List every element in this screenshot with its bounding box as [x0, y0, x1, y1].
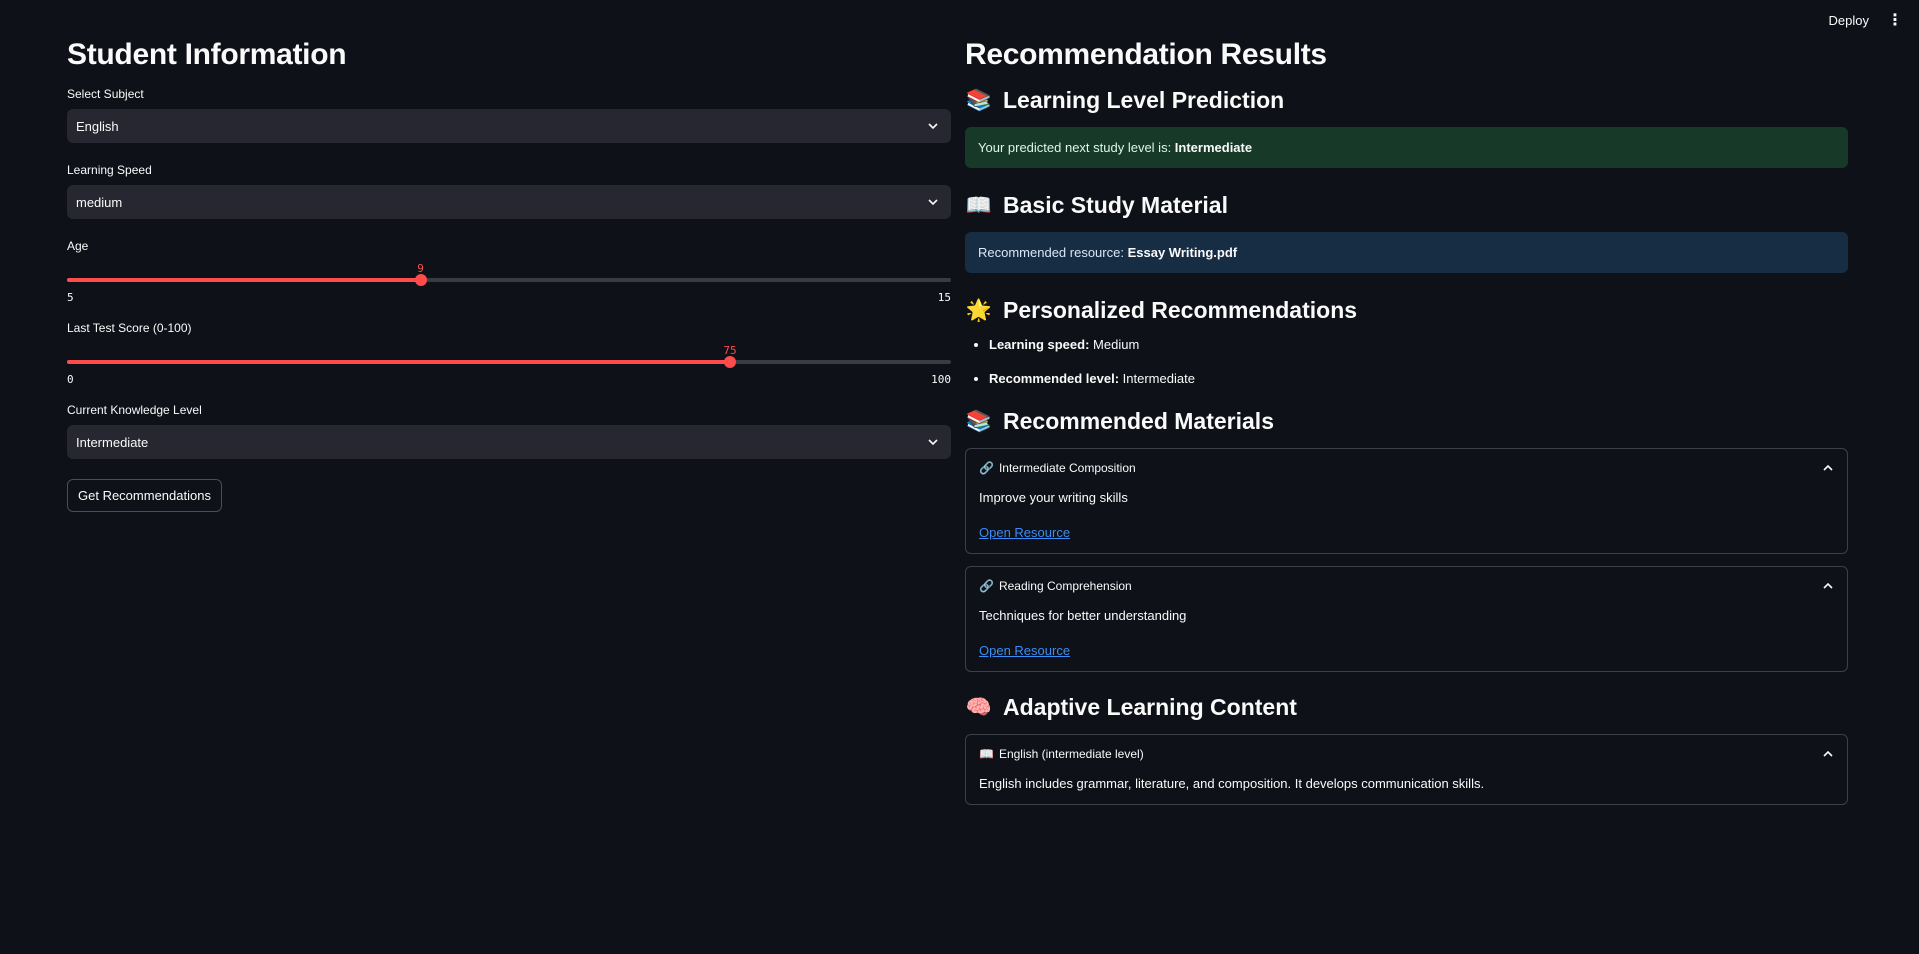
- material-expander: 🔗 Intermediate Composition Improve your …: [965, 448, 1848, 554]
- list-item-value: Medium: [1089, 337, 1140, 352]
- student-information-title: Student Information: [67, 38, 347, 71]
- test-score-slider-fill: [67, 360, 730, 364]
- top-toolbar: Deploy ⋮: [1829, 0, 1919, 40]
- adaptive-learning-heading: 🧠 Adaptive Learning Content: [965, 694, 1848, 721]
- list-item-label: Learning speed:: [989, 337, 1090, 352]
- list-item: Learning speed: Medium: [989, 337, 1848, 352]
- material-expander: 🔗 Reading Comprehension Techniques for b…: [965, 566, 1848, 672]
- subject-select-value: English: [76, 118, 119, 134]
- open-resource-link[interactable]: Open Resource: [979, 525, 1070, 540]
- learning-level-heading-text: Learning Level Prediction: [1003, 87, 1285, 113]
- test-score-label: Last Test Score (0-100): [67, 321, 192, 335]
- age-slider[interactable]: 9 5 15: [67, 261, 951, 304]
- student-information-panel: Student Information Select Subject Engli…: [67, 38, 951, 512]
- learning-speed-select[interactable]: medium: [67, 185, 951, 219]
- brain-icon: 🧠: [965, 695, 993, 719]
- test-score-slider-thumb[interactable]: [724, 356, 736, 368]
- personalized-recommendations-heading: 🌟 Personalized Recommendations: [965, 297, 1848, 324]
- chevron-up-icon: [1823, 750, 1833, 757]
- list-item-value: Intermediate: [1119, 371, 1195, 386]
- material-expander-body: Improve your writing skills Open Resourc…: [979, 490, 1834, 540]
- prediction-value: Intermediate: [1174, 140, 1253, 155]
- adaptive-content-body: English includes grammar, literature, an…: [979, 776, 1834, 791]
- deploy-button[interactable]: Deploy: [1829, 13, 1869, 28]
- age-slider-fill: [67, 278, 421, 282]
- star-icon: 🌟: [965, 298, 993, 322]
- open-resource-link[interactable]: Open Resource: [979, 643, 1070, 658]
- basic-material-text: Recommended resource:: [978, 245, 1128, 260]
- age-label: Age: [67, 239, 89, 253]
- basic-material-value: Essay Writing.pdf: [1127, 245, 1238, 260]
- chevron-down-icon: [928, 439, 938, 446]
- chevron-down-icon: [928, 123, 938, 130]
- chevron-down-icon: [928, 199, 938, 206]
- subject-select[interactable]: English: [67, 109, 951, 143]
- knowledge-level-select[interactable]: Intermediate: [67, 425, 951, 459]
- learning-speed-select-value: medium: [76, 194, 123, 210]
- list-item: Recommended level: Intermediate: [989, 371, 1848, 386]
- test-score-slider[interactable]: 75 0 100: [67, 343, 951, 386]
- adaptive-learning-heading-text: Adaptive Learning Content: [1003, 694, 1297, 720]
- age-slider-track[interactable]: 9: [67, 262, 951, 286]
- knowledge-level-select-value: Intermediate: [76, 434, 149, 450]
- material-description: Improve your writing skills: [979, 490, 1128, 505]
- test-score-slider-min: 0: [67, 373, 74, 386]
- personalized-recommendations-list: Learning speed: Medium Recommended level…: [965, 337, 1848, 386]
- recommendation-results-title: Recommendation Results: [965, 38, 1327, 71]
- test-score-slider-max: 100: [931, 373, 951, 386]
- material-description: Techniques for better understanding: [979, 608, 1187, 623]
- get-recommendations-button[interactable]: Get Recommendations: [67, 479, 222, 512]
- adaptive-content-expander: 📖 English (intermediate level) English i…: [965, 734, 1848, 805]
- chevron-up-icon: [1823, 464, 1833, 471]
- material-expander-header[interactable]: 🔗 Reading Comprehension: [979, 579, 1834, 593]
- main-menu-icon[interactable]: ⋮: [1887, 10, 1903, 30]
- test-score-slider-track[interactable]: 75: [67, 344, 951, 368]
- age-slider-max: 15: [937, 291, 951, 304]
- material-title: Reading Comprehension: [998, 579, 1132, 593]
- recommendation-results-panel: Recommendation Results 📚 Learning Level …: [965, 38, 1848, 817]
- list-item-label: Recommended level:: [989, 371, 1120, 386]
- material-expander-body: Techniques for better understanding Open…: [979, 608, 1834, 658]
- basic-material-info-alert: Recommended resource: Essay Writing.pdf: [965, 232, 1848, 273]
- material-title: Intermediate Composition: [998, 461, 1136, 475]
- knowledge-level-label: Current Knowledge Level: [67, 403, 202, 417]
- books-icon: 📚: [965, 88, 993, 112]
- basic-study-material-heading: 📖 Basic Study Material: [965, 192, 1848, 219]
- chevron-up-icon: [1823, 582, 1833, 589]
- link-icon: 🔗: [979, 579, 994, 593]
- age-slider-min: 5: [67, 291, 74, 304]
- learning-speed-label: Learning Speed: [67, 163, 152, 177]
- adaptive-content-description: English includes grammar, literature, an…: [979, 776, 1485, 791]
- open-book-icon: 📖: [979, 747, 994, 761]
- adaptive-content-title: English (intermediate level): [998, 747, 1144, 761]
- subject-label: Select Subject: [67, 87, 144, 101]
- learning-level-heading: 📚 Learning Level Prediction: [965, 87, 1848, 114]
- adaptive-content-expander-header[interactable]: 📖 English (intermediate level): [979, 747, 1834, 761]
- personalized-recommendations-heading-text: Personalized Recommendations: [1003, 297, 1358, 323]
- basic-study-material-heading-text: Basic Study Material: [1003, 192, 1228, 218]
- books-icon: 📚: [965, 409, 993, 433]
- link-icon: 🔗: [979, 461, 994, 475]
- material-expander-header[interactable]: 🔗 Intermediate Composition: [979, 461, 1834, 475]
- recommended-materials-heading: 📚 Recommended Materials: [965, 408, 1848, 435]
- prediction-success-alert: Your predicted next study level is: Inte…: [965, 127, 1848, 168]
- open-book-icon: 📖: [965, 193, 993, 217]
- recommended-materials-heading-text: Recommended Materials: [1003, 408, 1274, 434]
- prediction-text: Your predicted next study level is:: [978, 140, 1175, 155]
- age-slider-thumb[interactable]: [414, 274, 427, 286]
